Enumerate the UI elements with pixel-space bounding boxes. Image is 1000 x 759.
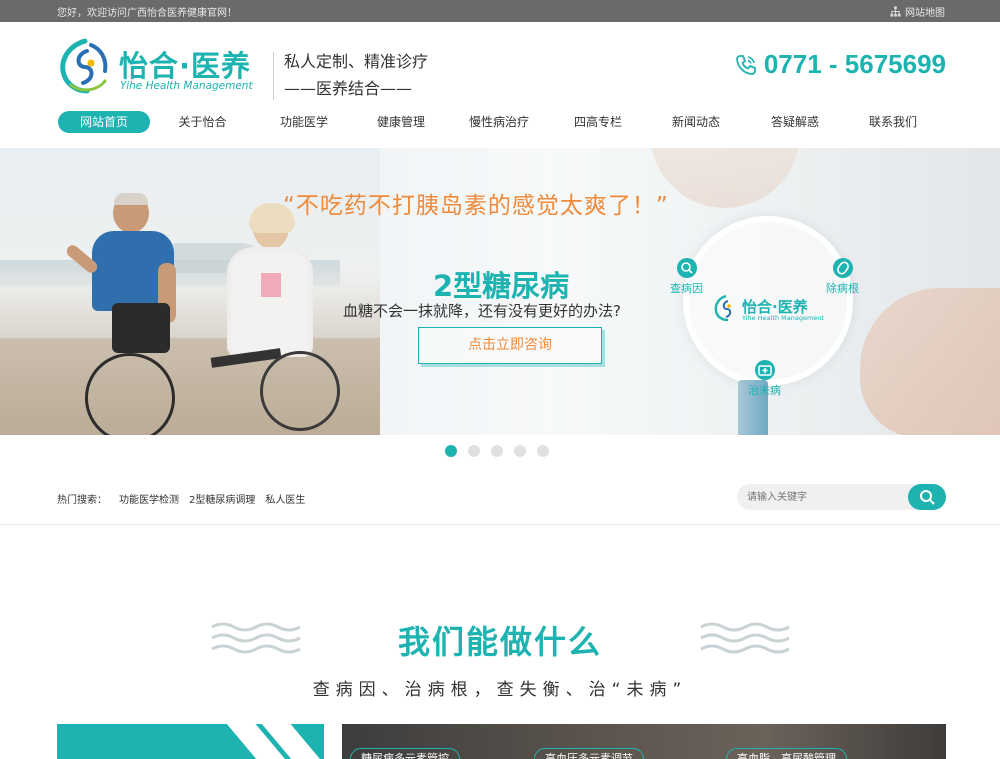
slider-dot-1[interactable] (445, 445, 457, 457)
slogan-line-2: ——医养结合—— (284, 79, 413, 98)
nav-item-chronic-disease[interactable]: 慢性病治疗 (449, 111, 549, 133)
sitemap-link[interactable]: 网站地图 (890, 4, 945, 19)
nav-item-health-management[interactable]: 健康管理 (353, 111, 449, 133)
site-logo[interactable]: 怡合·医养 Yihe Health Management (57, 37, 267, 97)
search-icon (920, 490, 935, 505)
logo-mark-icon (60, 38, 108, 94)
nav-item-faq[interactable]: 答疑解惑 (745, 111, 845, 133)
tag-remove-root: 除病根 (826, 258, 859, 296)
service-card-left[interactable] (57, 724, 324, 759)
phone-contact[interactable]: 0771 - 5675699 (734, 49, 946, 80)
pill-icon (832, 258, 853, 278)
service-pill-3[interactable]: 高血脂、高尿酸管理 (726, 748, 847, 759)
banner-title: 2型糖尿病 (433, 269, 570, 303)
hot-search-label: 热门搜索： (57, 495, 107, 506)
slider-dot-2[interactable] (468, 445, 480, 457)
woman-cyclist-illustration (205, 203, 365, 435)
slider-pagination (445, 445, 549, 457)
main-nav: 网站首页 关于怡合 功能医学 健康管理 慢性病治疗 四高专栏 新闻动态 答疑解惑… (58, 111, 948, 133)
tag-prevent: 治未病 (748, 360, 781, 398)
medical-kit-icon (754, 360, 775, 380)
search-box (737, 484, 946, 510)
tag-find-label: 查病因 (670, 282, 703, 295)
welcome-text: 您好，欢迎访问广西怡合医养健康官网！ (57, 8, 237, 19)
search-input[interactable] (747, 489, 897, 505)
banner-hand-top (650, 148, 800, 208)
hot-keyword-2[interactable]: 2型糖尿病调理 (189, 491, 255, 506)
slider-dot-5[interactable] (537, 445, 549, 457)
section-divider (0, 524, 1000, 525)
hot-keyword-1[interactable]: 功能医学检测 (119, 491, 179, 506)
lens-logo-subtext: Yihe Health Management (742, 314, 824, 322)
logo-subtext: Yihe Health Management (120, 80, 253, 92)
header-divider (273, 52, 274, 100)
phone-icon (735, 54, 756, 75)
hot-search: 热门搜索： 功能医学检测 2型糖尿病调理 私人医生 (57, 491, 305, 506)
tag-find-cause: 查病因 (670, 258, 703, 296)
service-pill-1[interactable]: 糖尿病多元素管控 (350, 748, 460, 759)
banner-hand-right (860, 288, 1000, 435)
slider-dot-3[interactable] (491, 445, 503, 457)
nav-item-home[interactable]: 网站首页 (58, 111, 150, 133)
lens-logo: 怡合·医养 Yihe Health Management (714, 294, 834, 324)
slider-dot-4[interactable] (514, 445, 526, 457)
hot-keyword-3[interactable]: 私人医生 (265, 491, 305, 506)
search-report-icon (676, 258, 697, 278)
lens-logo-mark-icon (714, 294, 732, 322)
nav-item-news[interactable]: 新闻动态 (647, 111, 745, 133)
phone-number: 0771 - 5675699 (763, 49, 946, 79)
slogan-line-1: 私人定制、精准诊疗 (284, 52, 429, 71)
tag-prevent-label: 治未病 (748, 384, 781, 397)
sitemap-label: 网站地图 (905, 8, 945, 19)
nav-item-four-highs[interactable]: 四高专栏 (549, 111, 647, 133)
sitemap-icon (890, 6, 901, 17)
banner-quote: “不吃药不打胰岛素的感觉太爽了！” (283, 193, 669, 219)
nav-item-contact[interactable]: 联系我们 (845, 111, 941, 133)
service-pill-2[interactable]: 高血压多元素调节 (534, 748, 644, 759)
service-card-photo[interactable]: 糖尿病多元素管控 高血压多元素调节 高血脂、高尿酸管理 (342, 724, 946, 759)
hero-banner[interactable]: 怡合·医养 Yihe Health Management 查病因 除病根 治未病… (0, 148, 1000, 435)
consult-now-button[interactable]: 点击立即咨询 (418, 327, 602, 364)
banner-subtitle: 血糖不会一抹就降，还有没有更好的办法? (343, 302, 621, 320)
man-cyclist-illustration (40, 193, 200, 435)
tag-cure-label: 除病根 (826, 282, 859, 295)
site-header: 怡合·医养 Yihe Health Management 私人定制、精准诊疗 —… (0, 22, 1000, 148)
section-title: 我们能做什么 (397, 623, 602, 661)
nav-item-about[interactable]: 关于怡合 (150, 111, 255, 133)
search-button[interactable] (908, 484, 946, 510)
nav-item-functional-medicine[interactable]: 功能医学 (255, 111, 353, 133)
section-subtitle: 查病因、治病根，查失衡、治“未病” (312, 680, 688, 700)
top-bar: 您好，欢迎访问广西怡合医养健康官网！ 网站地图 (0, 0, 1000, 22)
logo-text: 怡合·医养 (119, 49, 252, 83)
